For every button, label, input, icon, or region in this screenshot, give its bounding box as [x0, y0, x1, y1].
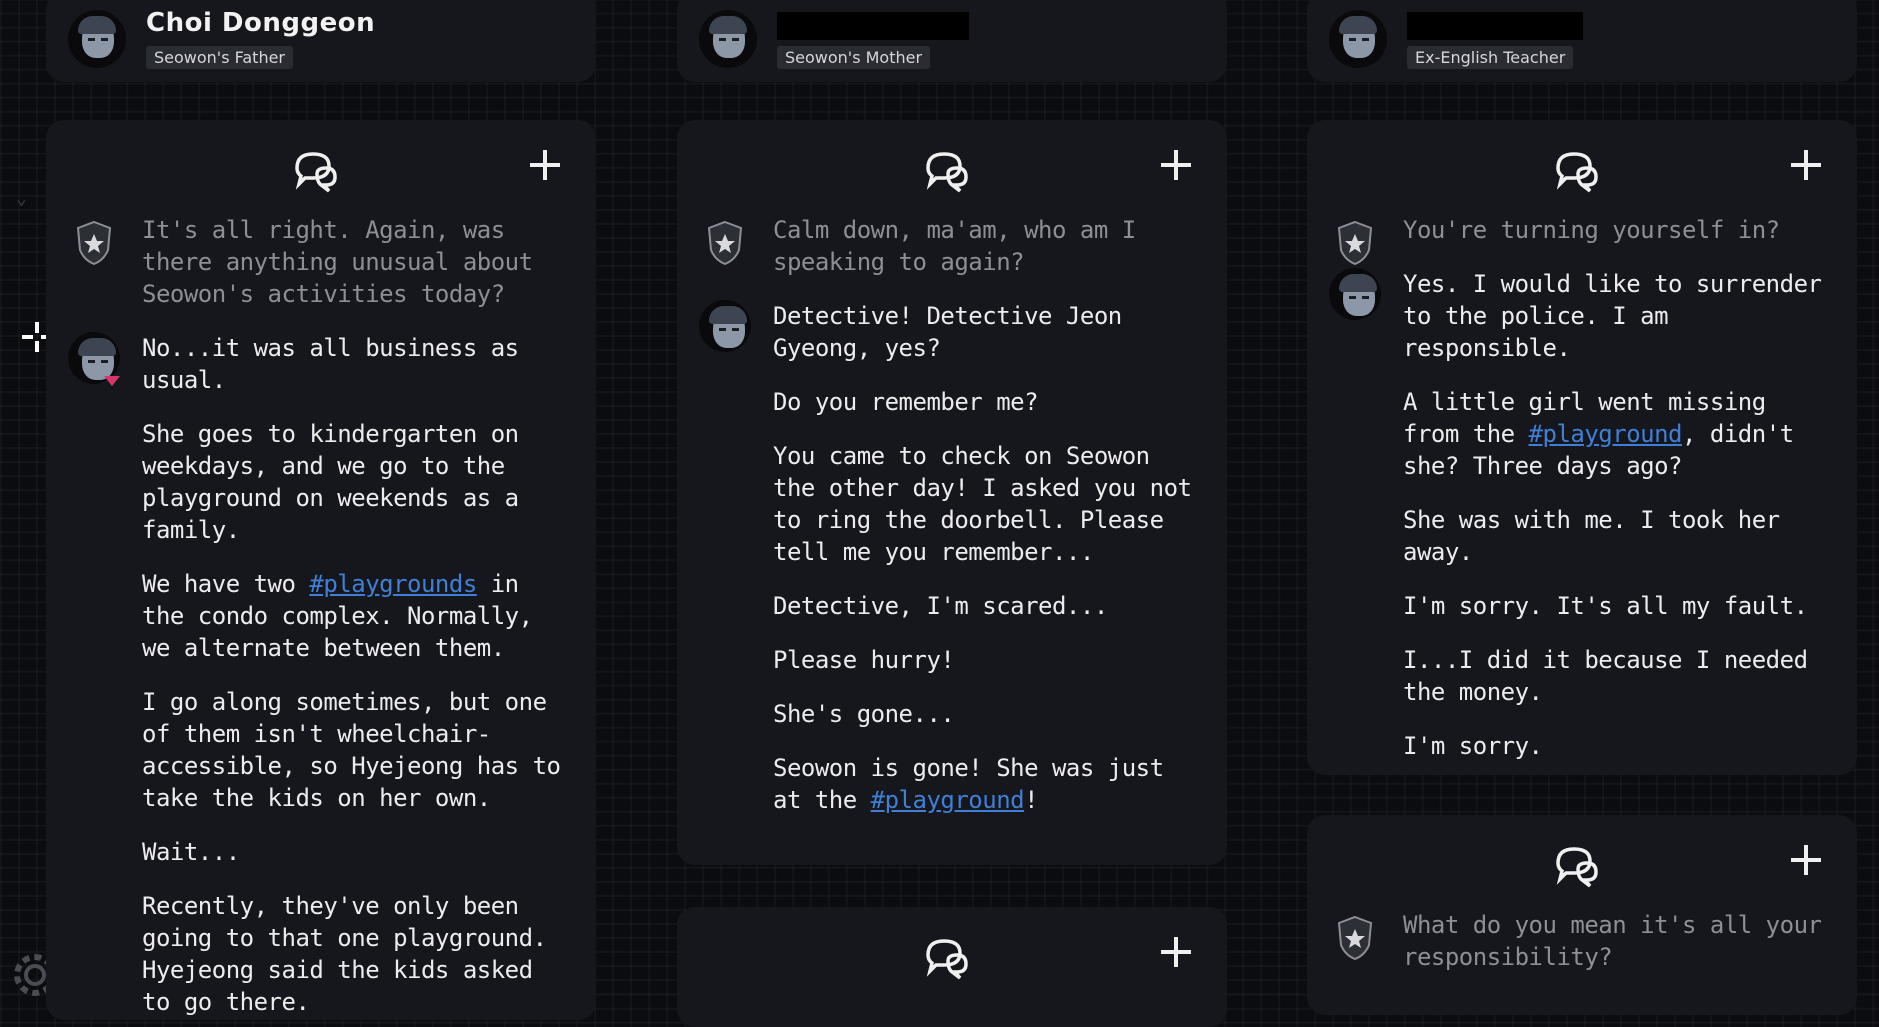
- line-text: It's all right. Again, was there anythin…: [142, 216, 533, 308]
- message-line: Wait...: [142, 836, 572, 868]
- line-text: I'm sorry. It's all my fault.: [1403, 592, 1808, 620]
- message-line: It's all right. Again, was there anythin…: [142, 214, 572, 310]
- police-badge-icon: [1335, 915, 1375, 961]
- testimony-card: What do you mean it's all your responsib…: [1307, 815, 1857, 1015]
- character-role-badge: Ex-English Teacher: [1407, 46, 1574, 69]
- message-line: Recently, they've only been going to tha…: [142, 890, 572, 1018]
- police-badge-icon: [705, 220, 745, 266]
- unread-marker-icon: [104, 376, 120, 386]
- hashtag-link[interactable]: #playgrounds: [309, 570, 477, 598]
- message-line: Calm down, ma'am, who am I speaking to a…: [773, 214, 1203, 278]
- detective-message: You're turning yourself in?: [1307, 210, 1857, 266]
- line-text: You're turning yourself in?: [1403, 216, 1780, 244]
- chat-bubbles-icon[interactable]: [922, 933, 972, 983]
- message-line: Seowon is gone! She was just at the #pla…: [773, 752, 1203, 816]
- message-line: Please hurry!: [773, 644, 1203, 676]
- message-line: Detective! Detective Jeon Gyeong, yes?: [773, 300, 1203, 364]
- line-text: What do you mean it's all your responsib…: [1403, 911, 1822, 971]
- chat-bubbles-icon[interactable]: [1552, 841, 1602, 891]
- testimony-card: It's all right. Again, was there anythin…: [46, 120, 596, 1020]
- message-line: Do you remember me?: [773, 386, 1203, 418]
- hashtag-link[interactable]: #playground: [871, 786, 1025, 814]
- character-avatar: [68, 10, 126, 68]
- card-toolbar: [677, 907, 1227, 997]
- chat-bubbles-icon[interactable]: [1552, 146, 1602, 196]
- add-plus-icon[interactable]: [1161, 937, 1191, 967]
- line-text: She's gone...: [773, 700, 955, 728]
- character-avatar: [699, 300, 751, 352]
- line-text: Wait...: [142, 838, 240, 866]
- line-text: You came to check on Seowon the other da…: [773, 442, 1192, 566]
- collapse-chevron-down-icon[interactable]: ⌄: [16, 188, 27, 209]
- message-line: What do you mean it's all your responsib…: [1403, 909, 1833, 973]
- character-message: Yes. I would like to surrender to the po…: [1307, 268, 1857, 762]
- chat-bubbles-icon[interactable]: [291, 146, 341, 196]
- chat-bubbles-icon[interactable]: [922, 146, 972, 196]
- line-text: Yes. I would like to surrender to the po…: [1403, 270, 1822, 362]
- message-line: I'm sorry. It's all my fault.: [1403, 590, 1833, 622]
- character-role-badge: Seowon's Mother: [777, 46, 931, 69]
- card-toolbar: [1307, 120, 1857, 210]
- line-text: Detective! Detective Jeon Gyeong, yes?: [773, 302, 1122, 362]
- police-badge-icon: [74, 220, 114, 266]
- character-avatar: [699, 10, 757, 68]
- add-plus-icon[interactable]: [1161, 150, 1191, 180]
- message-line: She was with me. I took her away.: [1403, 504, 1833, 568]
- redacted-name: [777, 12, 969, 40]
- testimony-card: [677, 907, 1227, 1027]
- line-text: I'm sorry.: [1403, 732, 1543, 760]
- character-header[interactable]: Ex-English Teacher: [1307, 0, 1857, 82]
- message-line: I...I did it because I needed the money.: [1403, 644, 1833, 708]
- message-line: You came to check on Seowon the other da…: [773, 440, 1203, 568]
- police-badge-icon: [1335, 220, 1375, 266]
- character-message: Detective! Detective Jeon Gyeong, yes? Do…: [677, 300, 1227, 816]
- card-toolbar: [677, 120, 1227, 210]
- add-plus-icon[interactable]: [1791, 845, 1821, 875]
- message-line: Detective, I'm scared...: [773, 590, 1203, 622]
- detective-message: Calm down, ma'am, who am I speaking to a…: [677, 210, 1227, 278]
- add-plus-icon[interactable]: [1791, 150, 1821, 180]
- message-line: A little girl went missing from the #pla…: [1403, 386, 1833, 482]
- redacted-name: [1407, 12, 1583, 40]
- line-text: No...it was all business as usual.: [142, 334, 519, 394]
- message-line: No...it was all business as usual.: [142, 332, 572, 396]
- message-line: She's gone...: [773, 698, 1203, 730]
- character-header[interactable]: Choi Donggeon Seowon's Father: [46, 0, 596, 82]
- character-role-badge: Seowon's Father: [146, 46, 293, 69]
- line-text: We have two: [142, 570, 310, 598]
- message-line: You're turning yourself in?: [1403, 214, 1833, 246]
- character-header[interactable]: Seowon's Mother: [677, 0, 1227, 82]
- character-avatar: [1329, 268, 1381, 320]
- card-toolbar: [1307, 815, 1857, 905]
- line-text: She was with me. I took her away.: [1403, 506, 1780, 566]
- message-line: Yes. I would like to surrender to the po…: [1403, 268, 1833, 364]
- message-line: She goes to kindergarten on weekdays, an…: [142, 418, 572, 546]
- message-line: I go along sometimes, but one of them is…: [142, 686, 572, 814]
- line-text: Detective, I'm scared...: [773, 592, 1108, 620]
- line-text: Please hurry!: [773, 646, 955, 674]
- line-text: I...I did it because I needed the money.: [1403, 646, 1808, 706]
- message-line: I'm sorry.: [1403, 730, 1833, 762]
- testimony-card: You're turning yourself in? Yes. I would …: [1307, 120, 1857, 775]
- detective-message: What do you mean it's all your responsib…: [1307, 905, 1857, 973]
- card-toolbar: [46, 120, 596, 210]
- character-name: Choi Donggeon: [146, 8, 376, 38]
- add-plus-icon[interactable]: [530, 150, 560, 180]
- hashtag-link[interactable]: #playground: [1529, 420, 1683, 448]
- detective-message: It's all right. Again, was there anythin…: [46, 210, 596, 310]
- message-line: We have two #playgrounds in the condo co…: [142, 568, 572, 664]
- testimony-card: Calm down, ma'am, who am I speaking to a…: [677, 120, 1227, 865]
- line-text: Recently, they've only been going to tha…: [142, 892, 547, 1016]
- line-text: !: [1024, 786, 1039, 814]
- character-message: No...it was all business as usual. She go…: [46, 332, 596, 1018]
- line-text: I go along sometimes, but one of them is…: [142, 688, 561, 812]
- line-text: She goes to kindergarten on weekdays, an…: [142, 420, 519, 544]
- line-text: Do you remember me?: [773, 388, 1039, 416]
- character-avatar: [1329, 10, 1387, 68]
- line-text: Calm down, ma'am, who am I speaking to a…: [773, 216, 1136, 276]
